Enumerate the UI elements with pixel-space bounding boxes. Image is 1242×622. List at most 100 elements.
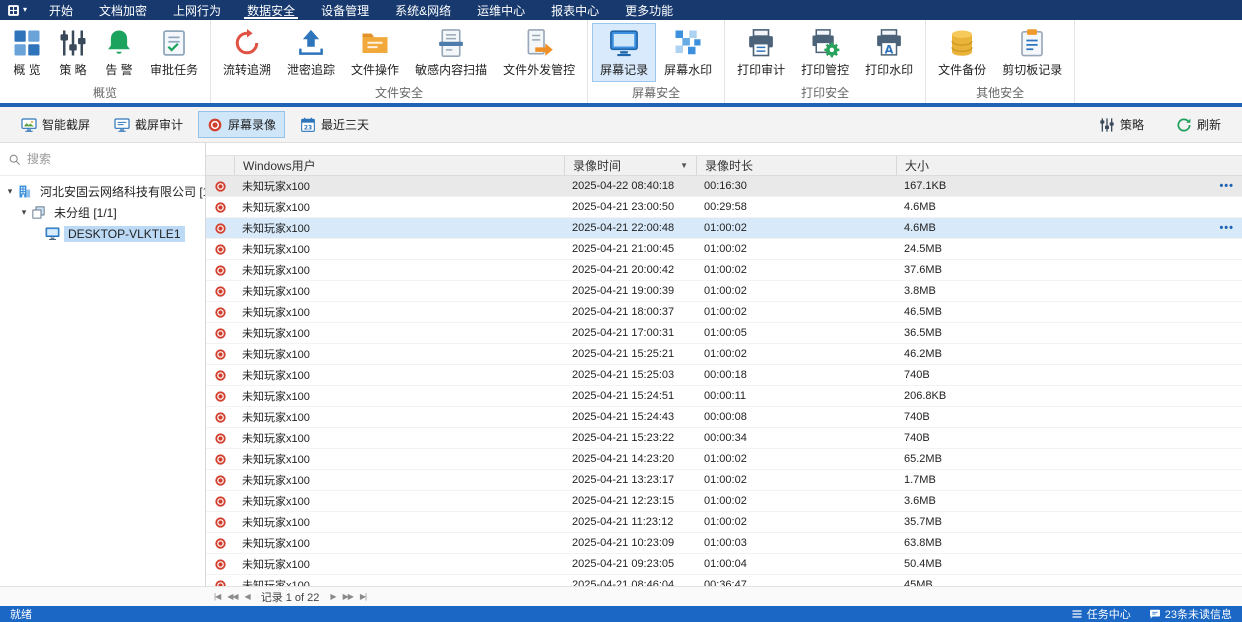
cell-time: 2025-04-21 14:23:20 [572,453,675,465]
cell-record [206,432,234,445]
record-icon [214,579,227,587]
table-row[interactable]: 未知玩家x100 2025-04-21 20:00:42 01:00:02 37.6M… [206,260,1242,281]
cell-time: 2025-04-21 11:23:12 [572,516,674,528]
ribbon-button-grid[interactable]: 概 览 [4,23,50,82]
table-row[interactable]: 未知玩家x100 2025-04-21 08:46:04 00:36:47 45MB [206,575,1242,586]
cell-user: 未知玩家x100 [242,349,310,361]
table-row[interactable]: 未知玩家x100 2025-04-21 15:24:43 00:00:08 740B [206,407,1242,428]
menu-item-1[interactable]: 开始 [36,0,86,20]
cell-time: 2025-04-21 10:23:09 [572,537,675,549]
ribbon-button-watermark[interactable]: 屏幕水印 [656,23,720,82]
subbar-button-sliders[interactable]: 策略 [1090,111,1153,138]
ribbon-button-tasks[interactable]: 审批任务 [142,23,206,82]
table-row[interactable]: 未知玩家x100 2025-04-21 12:23:15 01:00:02 3.6MB [206,491,1242,512]
subbar-button-refresh[interactable]: 刷新 [1167,111,1230,138]
unread-messages-button[interactable]: 23条未读信息 [1149,606,1232,622]
tree-node[interactable]: ▾ 河北安固云网络科技有限公司 [1/1] [0,181,205,202]
ribbon-button-scan[interactable]: 敏感内容扫描 [407,23,495,82]
expander-caret-icon[interactable]: ▾ [4,186,16,197]
subbar-left: 智能截屏 截屏审计 屏幕录像 最近三天 [12,111,378,138]
cell-size-value: 3.8MB [904,285,936,297]
menu-item-9[interactable]: 更多功能 [612,0,686,20]
cell-size: 3.6MB [896,495,1242,507]
cell-size: 206.8KB [896,390,1242,402]
last-page-button[interactable]: ▶| [360,592,367,601]
table-row[interactable]: 未知玩家x100 2025-04-21 22:00:48 01:00:02 4.6MB… [206,218,1242,239]
table-row[interactable]: 未知玩家x100 2025-04-21 15:24:51 00:00:11 206.8… [206,386,1242,407]
tree-node-label: DESKTOP-VLKTLE1 [64,225,185,242]
table-row[interactable]: 未知玩家x100 2025-04-21 19:00:39 01:00:02 3.8MB [206,281,1242,302]
next-page-button[interactable]: ▶ [330,592,336,601]
column-header[interactable]: 大小 [896,156,1242,175]
menu-item-4[interactable]: 数据安全 [234,0,308,20]
menu-item-6[interactable]: 系统&网络 [382,0,464,20]
ribbon-button-clipboard[interactable]: 剪切板记录 [994,23,1070,82]
table-row[interactable]: 未知玩家x100 2025-04-21 11:23:12 01:00:02 35.7M… [206,512,1242,533]
subbar-button-record[interactable]: 屏幕录像 [198,111,286,138]
ribbon-button-sliders[interactable]: 策 略 [50,23,96,82]
cell-user: 未知玩家x100 [242,244,310,256]
column-header[interactable]: 录像时间 ▼ [564,156,696,175]
ribbon-button-label: 敏感内容扫描 [415,63,488,77]
ribbon-button-printer[interactable]: 打印审计 [729,23,793,82]
first-page-button[interactable]: |◀ [214,592,221,601]
task-center-button[interactable]: 任务中心 [1071,606,1131,622]
table-row[interactable]: 未知玩家x100 2025-04-21 15:25:21 01:00:02 46.2M… [206,344,1242,365]
table-row[interactable]: 未知玩家x100 2025-04-21 17:00:31 01:00:05 36.5M… [206,323,1242,344]
column-header[interactable]: 录像时长 [696,156,896,175]
tree-node[interactable]: ▾ 未分组 [1/1] [0,202,205,223]
menu-item-8[interactable]: 报表中心 [538,0,612,20]
table-row[interactable]: 未知玩家x100 2025-04-21 10:23:09 01:00:03 63.8M… [206,533,1242,554]
fast-next-button[interactable]: ▶▶ [343,592,354,601]
prev-page-button[interactable]: ◀ [245,592,251,601]
ribbon-button-file-op[interactable]: 文件操作 [343,23,407,82]
ribbon-button-backup[interactable]: 文件备份 [930,23,994,82]
subbar-button-label: 刷新 [1196,118,1221,132]
subbar-button-smart-capture[interactable]: 智能截屏 [12,111,99,138]
search-input[interactable] [27,152,197,166]
app-logo-button[interactable]: ▾ [0,0,36,20]
cell-record [206,327,234,340]
ribbon-button-leak[interactable]: 泄密追踪 [279,23,343,82]
row-actions-button[interactable]: ••• [1219,180,1234,192]
menu-item-7[interactable]: 运维中心 [464,0,538,20]
menu-item-2[interactable]: 文档加密 [86,0,160,20]
subbar-button-screen-audit[interactable]: 截屏审计 [105,111,192,138]
menu-item-3[interactable]: 上网行为 [160,0,234,20]
table-row[interactable]: 未知玩家x100 2025-04-21 13:23:17 01:00:02 1.7MB [206,470,1242,491]
cell-time: 2025-04-21 22:00:48 [572,222,675,234]
cell-user: 未知玩家x100 [242,580,310,586]
statusbar-right: 任务中心 23条未读信息 [1071,606,1232,622]
cell-size-value: 3.6MB [904,495,936,507]
table-row[interactable]: 未知玩家x100 2025-04-21 18:00:37 01:00:02 46.5M… [206,302,1242,323]
row-actions-button[interactable]: ••• [1219,222,1234,234]
table-row[interactable]: 未知玩家x100 2025-04-21 15:25:03 00:00:18 740B [206,365,1242,386]
table-row[interactable]: 未知玩家x100 2025-04-21 14:23:20 01:00:02 65.2M… [206,449,1242,470]
ribbon-button-screen[interactable]: 屏幕记录 [592,23,657,82]
table-row[interactable]: 未知玩家x100 2025-04-21 09:23:05 01:00:04 50.4M… [206,554,1242,575]
table-row[interactable]: 未知玩家x100 2025-04-21 21:00:45 01:00:02 24.5M… [206,239,1242,260]
fast-prev-button[interactable]: ◀◀ [227,592,238,601]
content: ▾ 河北安固云网络科技有限公司 [1/1] ▾ 未分组 [1/1] DESKTOP-VL… [0,143,1242,606]
sort-dropdown-icon[interactable]: ▼ [680,161,688,170]
cell-size-value: 206.8KB [904,390,947,402]
table-row[interactable]: 未知玩家x100 2025-04-21 23:00:50 00:29:58 4.6MB [206,197,1242,218]
subbar-button-calendar[interactable]: 最近三天 [291,111,378,138]
ribbon-button-printer-a[interactable]: 打印水印 [857,23,921,82]
record-icon [214,264,227,277]
table-row[interactable]: 未知玩家x100 2025-04-21 15:23:22 00:00:34 740B [206,428,1242,449]
column-header[interactable]: Windows用户 [234,156,564,175]
cell-duration: 00:16:30 [704,180,747,192]
ribbon-button-file-out[interactable]: 文件外发管控 [495,23,583,82]
ribbon-fill [1075,20,1242,103]
ribbon-button-trace[interactable]: 流转追溯 [215,23,279,82]
menu-item-5[interactable]: 设备管理 [308,0,382,20]
cell-time: 2025-04-21 21:00:45 [572,243,675,255]
tree-node[interactable]: DESKTOP-VLKTLE1 [0,223,205,244]
ribbon-button-printer-gear[interactable]: 打印管控 [793,23,857,82]
expander-caret-icon[interactable]: ▾ [18,207,30,218]
message-icon [1149,608,1161,620]
table-row[interactable]: 未知玩家x100 2025-04-22 08:40:18 00:16:30 167.1… [206,176,1242,197]
cell-size-value: 65.2MB [904,453,942,465]
ribbon-button-bell[interactable]: 告 警 [96,23,142,82]
